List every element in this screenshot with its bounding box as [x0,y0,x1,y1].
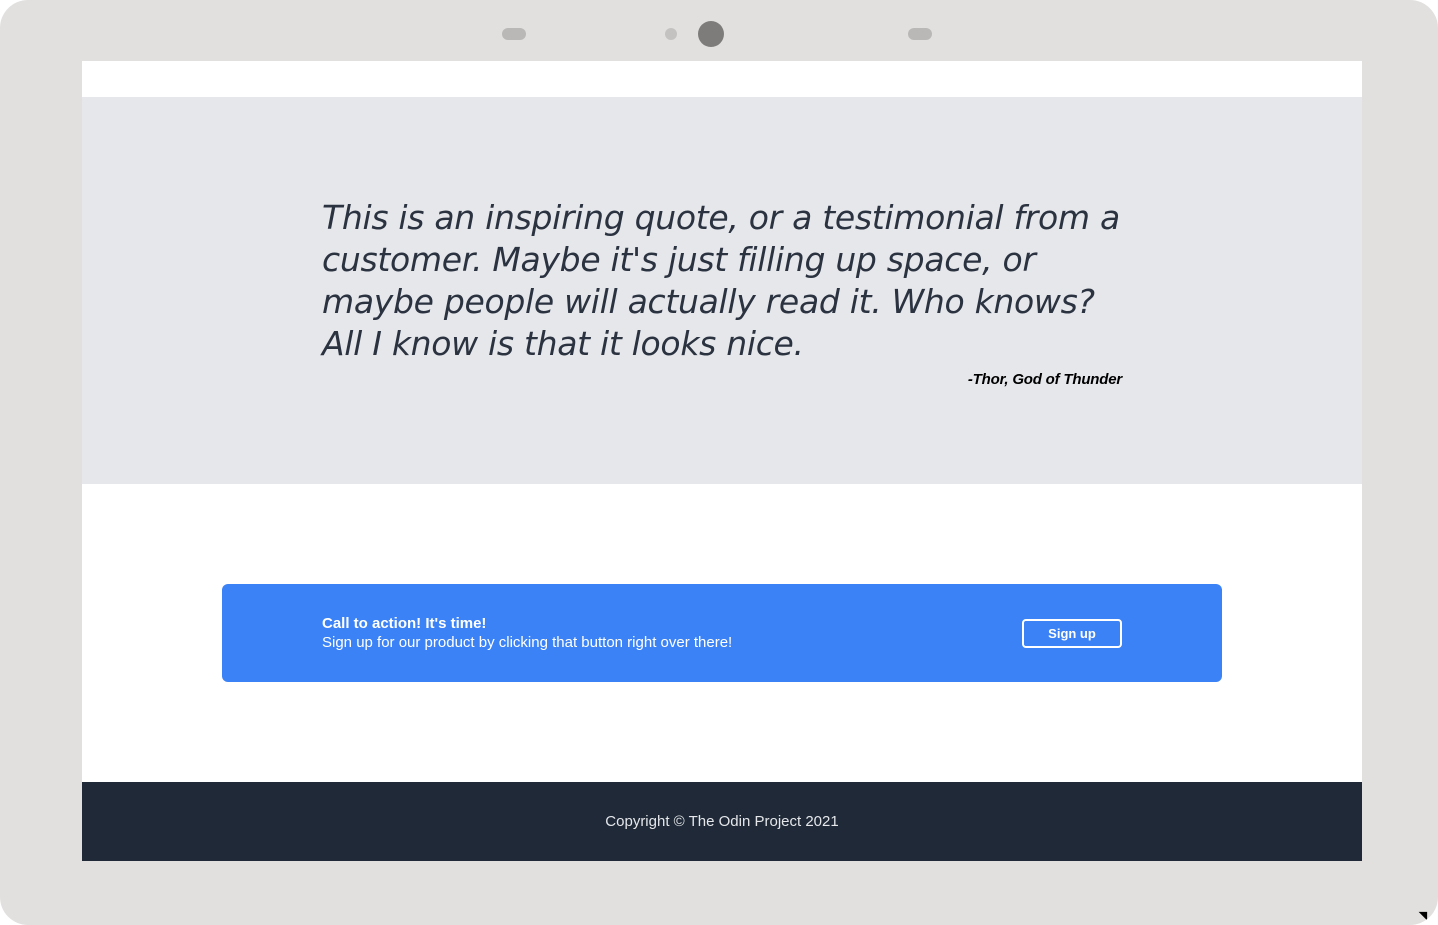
quote-text: This is an inspiring quote, or a testimo… [322,198,1120,363]
call-to-action-banner: Call to action! It's time! Sign up for o… [222,584,1222,682]
quote-section: This is an inspiring quote, or a testimo… [82,97,1362,484]
camera-icon [698,21,724,47]
mouse-cursor-icon [1418,907,1432,921]
cta-title: Call to action! It's time! [322,615,487,632]
device-sensor-left [502,28,526,40]
device-frame: This is an inspiring quote, or a testimo… [0,0,1438,925]
device-sensor-dot [665,28,677,40]
footer: Copyright © The Odin Project 2021 [82,782,1362,861]
cta-text-block: Call to action! It's time! Sign up for o… [322,614,732,652]
footer-copyright: Copyright © The Odin Project 2021 [605,813,839,830]
sign-up-button[interactable]: Sign up [1022,619,1122,648]
quote-block: This is an inspiring quote, or a testimo… [322,197,1122,388]
quote-author: -Thor, God of Thunder [967,371,1122,388]
screen: This is an inspiring quote, or a testimo… [82,61,1362,861]
cta-subtitle: Sign up for our product by clicking that… [322,634,733,651]
device-sensor-right [908,28,932,40]
top-strip [82,61,1362,97]
